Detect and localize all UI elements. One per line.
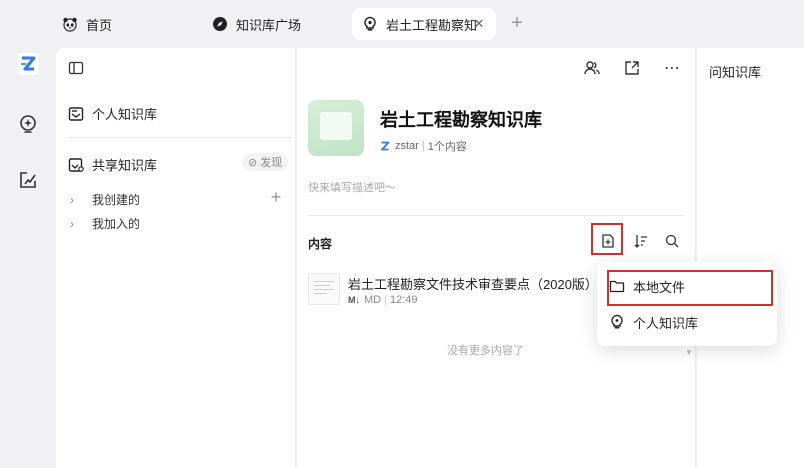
shared-kb-icon [68, 157, 84, 173]
discover-button[interactable]: ⊘ 发现 [242, 153, 289, 171]
chevron-right-icon: › [70, 192, 74, 207]
panda-icon [62, 16, 78, 32]
left-rail [0, 48, 56, 468]
kb-icon [68, 106, 84, 122]
separator: | [421, 140, 425, 152]
new-tab-button[interactable]: + [508, 13, 526, 33]
divider [68, 137, 292, 138]
kb-owner: zstar [395, 140, 419, 152]
kb-description-input[interactable]: 快来填写描述吧～ [308, 179, 396, 195]
tab-label: 知识库广场 [236, 17, 302, 33]
compass-icon [212, 16, 228, 32]
kb-cover [308, 100, 364, 156]
tab-bar: 首页 知识库广场 岩土工程勘察知识库 ✕ + [0, 0, 804, 48]
file-meta: M↓ MD | 12:49 [348, 294, 418, 306]
sidebar-toggle-icon[interactable] [66, 58, 86, 78]
file-time: 12:49 [389, 294, 418, 306]
no-more-text: 没有更多内容了 [447, 345, 524, 357]
sidebar-item-label: 共享知识库 [92, 158, 158, 173]
tab-home[interactable]: 首页 [62, 8, 112, 40]
discover-label: 发现 [260, 157, 283, 169]
bulb-icon [362, 16, 378, 32]
markdown-icon: M↓ [348, 295, 360, 305]
bulb-icon [609, 314, 625, 330]
share-icon[interactable] [622, 58, 642, 78]
sidebar-item-created[interactable]: › 我创建的 [70, 191, 140, 208]
divider [308, 215, 684, 216]
file-type: MD [364, 294, 382, 306]
doc-icon [320, 112, 352, 140]
close-icon[interactable]: ✕ [472, 17, 486, 31]
sort-icon[interactable] [631, 231, 651, 251]
separator: | [384, 294, 387, 306]
highlight-local-file [607, 270, 773, 306]
menu-item-personal-kb[interactable]: 个人知识库 [609, 307, 769, 337]
sidebar-item-personal-kb[interactable]: 个人知识库 [68, 104, 157, 123]
add-content-dropdown: 本地文件 个人知识库 [597, 262, 777, 346]
kb-meta: zstar | 1个内容 [380, 138, 467, 154]
sidebar-item-label: 个人知识库 [92, 107, 158, 122]
compass-icon: ⊘ [248, 156, 258, 169]
menu-item-label: 个人知识库 [633, 315, 699, 331]
sidebar: 个人知识库 共享知识库 ⊘ 发现 › 我创建的 + › 我加入的 [56, 48, 296, 468]
tab-kb-plaza[interactable]: 知识库广场 [212, 8, 301, 40]
file-thumbnail [308, 273, 340, 305]
tab-label: 岩土工程勘察知识库 [386, 17, 476, 33]
sidebar-item-label: 我加入的 [92, 217, 141, 231]
tab-label: 首页 [86, 17, 113, 33]
chevron-right-icon: › [70, 216, 74, 231]
owner-logo-icon [380, 141, 390, 151]
more-icon[interactable]: ⋯ [662, 58, 682, 78]
ask-kb-panel: 问知识库 [697, 48, 804, 468]
sidebar-item-label: 我创建的 [92, 193, 141, 207]
app-logo-icon[interactable] [16, 52, 40, 76]
content-section-title: 内容 [308, 237, 333, 251]
main-panel: ⋯ 岩土工程勘察知识库 zstar | 1个内容 快来填写描述吧～ 内容 岩土工… [297, 48, 696, 468]
kb-count: 1个内容 [427, 141, 467, 153]
caret-down-icon: ▼ [685, 348, 693, 357]
kb-title: 岩土工程勘察知识库 [380, 110, 542, 130]
edit-icon[interactable] [16, 168, 40, 192]
search-icon[interactable] [662, 231, 682, 251]
sidebar-item-shared-kb[interactable]: 共享知识库 [68, 155, 157, 174]
highlight-add-content [591, 223, 623, 255]
members-icon[interactable] [582, 58, 602, 78]
bulb-icon[interactable] [16, 112, 40, 136]
add-kb-button[interactable]: + [268, 188, 284, 206]
tab-geotech-kb[interactable]: 岩土工程勘察知识库 ✕ [352, 8, 496, 40]
ask-kb-title: 问知识库 [709, 65, 762, 80]
sidebar-item-joined[interactable]: › 我加入的 [70, 215, 140, 232]
